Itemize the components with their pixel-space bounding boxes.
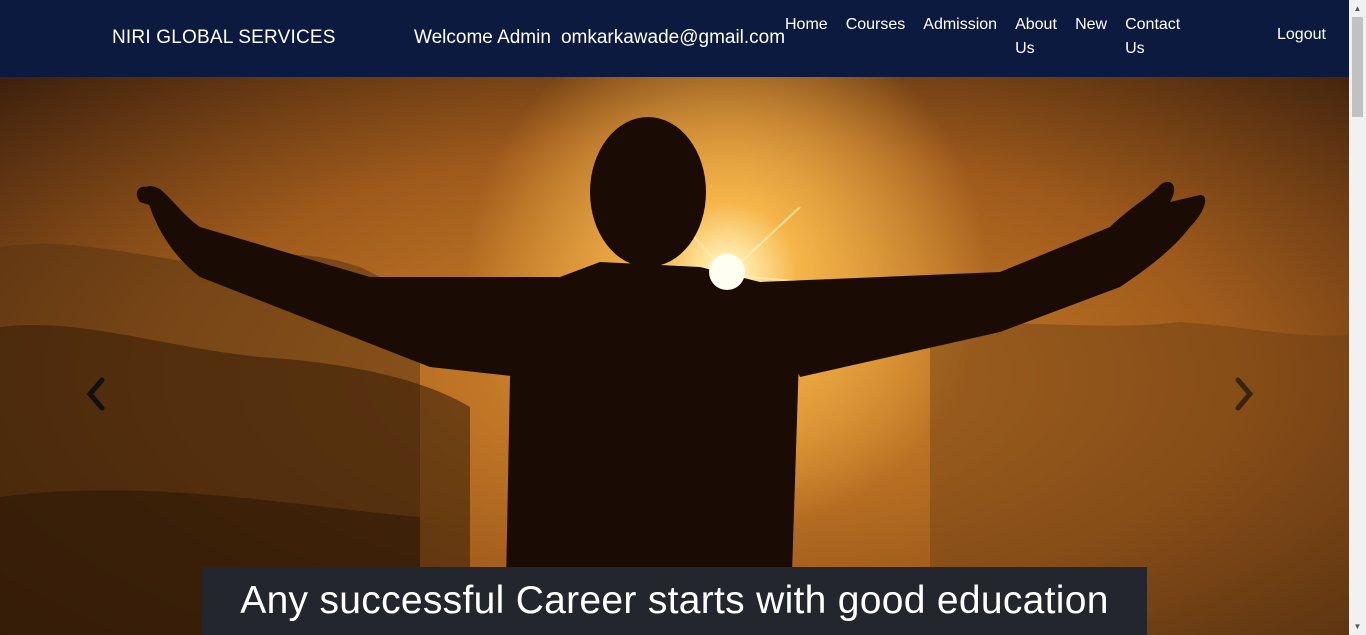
nav-admission[interactable]: Admission <box>923 13 997 61</box>
hero-carousel: Any successful Career starts with good e… <box>0 77 1349 635</box>
page-scrollbar[interactable]: ▲ ▼ <box>1349 0 1366 635</box>
scroll-down-arrow[interactable]: ▼ <box>1349 618 1366 635</box>
nav-contact-us[interactable]: Contact Us <box>1125 13 1180 61</box>
chevron-left-icon <box>86 377 105 411</box>
logout-link[interactable]: Logout <box>1277 26 1326 44</box>
hero-image <box>0 117 1349 635</box>
top-navbar: NIRI GLOBAL SERVICES Welcome Admin omkark… <box>0 0 1349 77</box>
nav-new[interactable]: New <box>1075 13 1107 61</box>
user-email: omkarkawade@gmail.com <box>560 27 786 48</box>
scroll-thumb[interactable] <box>1352 17 1363 117</box>
carousel-prev-button[interactable] <box>86 377 116 427</box>
nav-courses[interactable]: Courses <box>846 13 906 61</box>
nav-links: Home Courses Admission About Us New Cont… <box>785 13 1197 61</box>
brand-name[interactable]: NIRI GLOBAL SERVICES <box>112 27 336 49</box>
nav-home[interactable]: Home <box>785 13 828 61</box>
welcome-text: Welcome Admin <box>414 27 551 48</box>
carousel-next-button[interactable] <box>1234 377 1264 427</box>
chevron-right-icon <box>1235 377 1254 411</box>
nav-about-us[interactable]: About Us <box>1015 13 1057 61</box>
scroll-up-arrow[interactable]: ▲ <box>1349 0 1366 17</box>
welcome-message: Welcome Admin omkarkawade@gmail.com <box>414 27 785 49</box>
carousel-caption: Any successful Career starts with good e… <box>202 567 1147 635</box>
